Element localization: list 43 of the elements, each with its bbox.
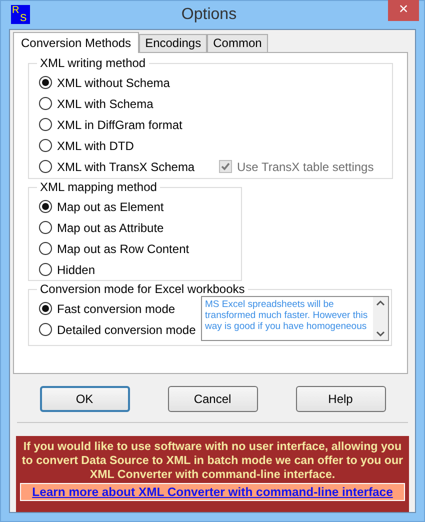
radio-label: XML with DTD xyxy=(57,138,134,152)
radio-button[interactable] xyxy=(39,76,52,89)
radio-button[interactable] xyxy=(39,221,52,234)
tab[interactable]: Conversion Methods xyxy=(13,32,140,53)
description-line: way is good if you have homogeneous xyxy=(205,321,368,332)
scrollbar[interactable] xyxy=(373,297,388,340)
radio-button[interactable] xyxy=(39,263,52,276)
tab[interactable]: Encodings xyxy=(139,34,208,52)
dialog-button[interactable]: Help xyxy=(296,386,386,412)
radio-label: Hidden xyxy=(57,262,96,276)
scroll-down-icon[interactable] xyxy=(376,331,385,337)
radio-button[interactable] xyxy=(39,160,52,173)
description-line: transformed much faster. However this xyxy=(205,310,369,321)
description-line: MS Excel spreadsheets will be xyxy=(205,299,335,310)
radio-label: Map out as Element xyxy=(57,200,164,214)
checkbox-label: Use TransX table settings xyxy=(237,160,374,174)
radio-button[interactable] xyxy=(39,200,52,213)
dialog-button[interactable]: OK xyxy=(40,386,130,412)
tab[interactable]: Common xyxy=(207,34,268,52)
radio-label: Fast conversion mode xyxy=(57,302,176,316)
radio-button[interactable] xyxy=(39,118,52,131)
radio-label: XML with Schema xyxy=(57,96,154,110)
radio-label: Map out as Row Content xyxy=(57,242,190,256)
group-title: XML writing method xyxy=(37,56,149,70)
window-title: Options xyxy=(180,6,238,24)
group-title: XML mapping method xyxy=(37,180,160,194)
radio-label: XML in DiffGram format xyxy=(57,118,182,132)
group-title: Conversion mode for Excel workbooks xyxy=(37,282,248,296)
dialog-button[interactable]: Cancel xyxy=(168,386,258,412)
radio-button[interactable] xyxy=(39,139,52,152)
close-button[interactable]: × xyxy=(388,0,419,20)
radio-label: Map out as Attribute xyxy=(57,220,164,234)
radio-button[interactable] xyxy=(39,242,52,255)
radio-label: XML with TransX Schema xyxy=(57,160,195,174)
app-logo-icon: R S xyxy=(11,4,30,24)
radio-button[interactable] xyxy=(39,323,52,336)
learn-more-link[interactable]: Learn more about XML Converter with command-line interface xyxy=(20,483,405,501)
promo-text: If you would like to use software with no user interface, allowing you to convert Data Source to XML in batch mode we can offer to you our XML Converter with command-line interface. xyxy=(20,440,404,482)
radio-label: XML without Schema xyxy=(57,76,170,90)
radio-button[interactable] xyxy=(39,302,52,315)
scroll-up-icon[interactable] xyxy=(376,300,385,306)
radio-button[interactable] xyxy=(39,97,52,110)
radio-label: Detailed conversion mode xyxy=(57,322,196,336)
